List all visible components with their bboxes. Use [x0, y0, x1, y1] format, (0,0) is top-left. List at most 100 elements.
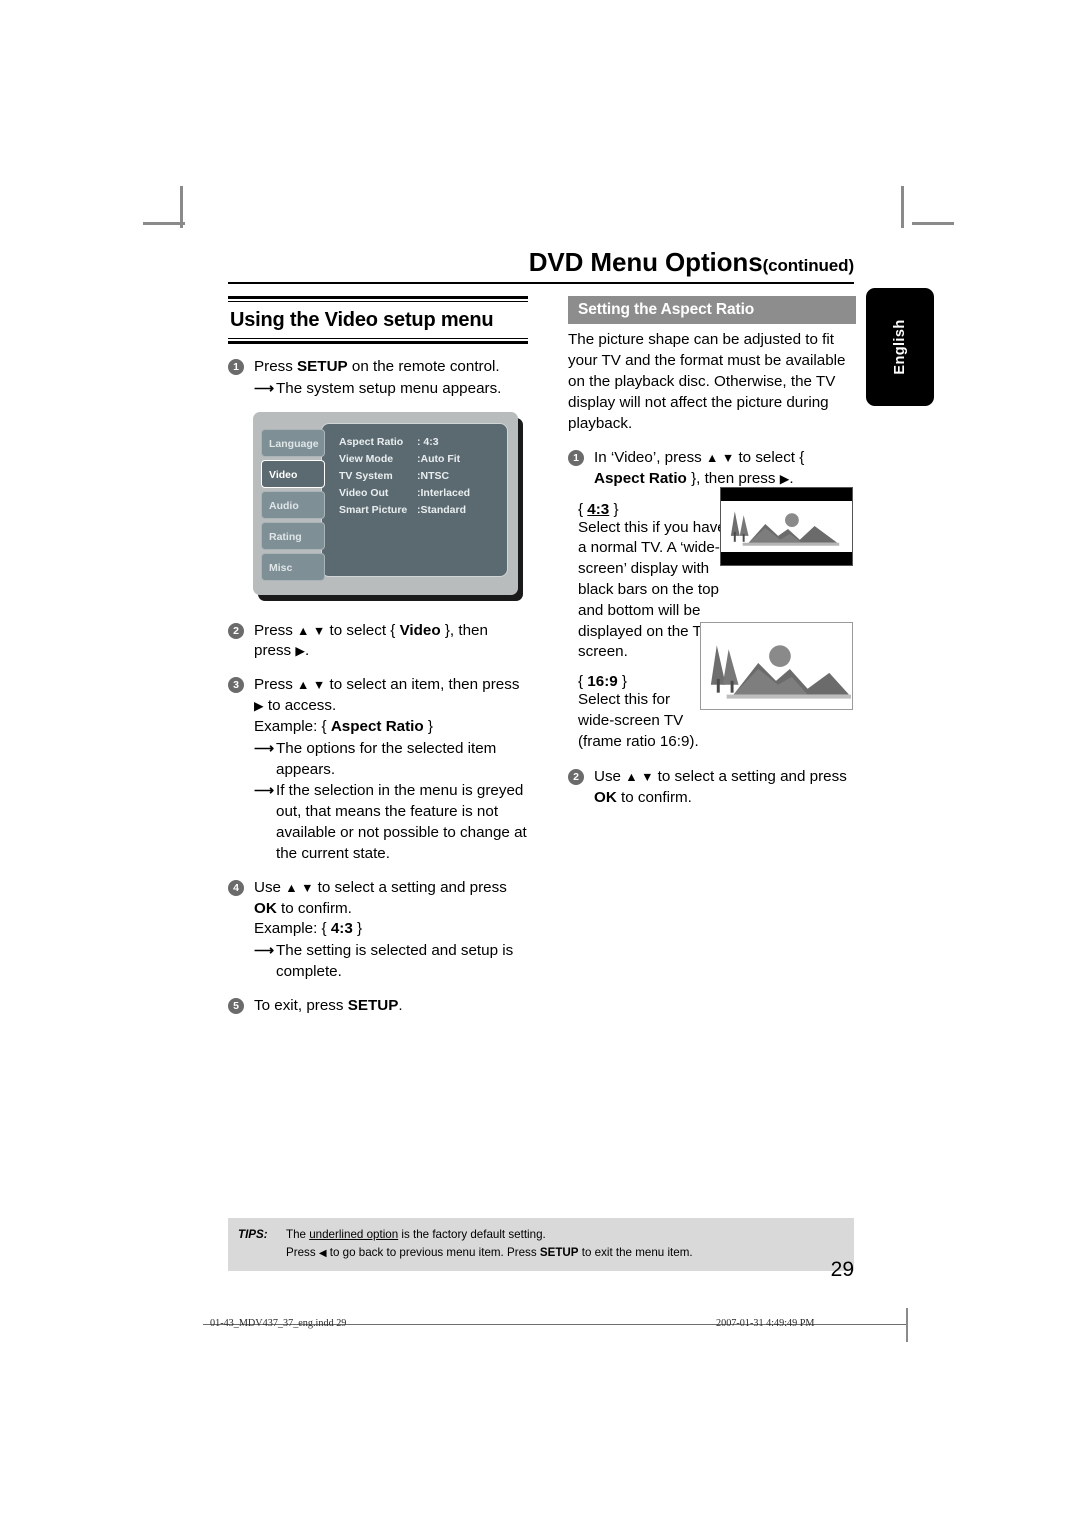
- step-2: 2 Press ▲ ▼ to select { Video }, then pr…: [228, 621, 528, 663]
- setup-menu-row-tv-system[interactable]: TV System :NTSC: [339, 468, 499, 485]
- setup-menu-tab-video[interactable]: Video: [261, 459, 325, 488]
- step-1-text-after: on the remote control.: [347, 358, 500, 375]
- step-1-bold-setup: SETUP: [297, 358, 348, 375]
- setup-menu-row-tv-system-label: TV System: [339, 469, 393, 482]
- setup-menu-row-aspect-ratio-value: : 4:3: [417, 435, 439, 448]
- option-4-3-suffix: }: [609, 500, 619, 518]
- up-down-arrows-icon: ▲ ▼: [297, 678, 326, 693]
- step-2-number: 2: [228, 622, 244, 639]
- step-4-sub-1: ⟶ The setting is selected and setup is c…: [254, 941, 528, 983]
- setup-menu-tab-misc[interactable]: Misc: [261, 552, 325, 581]
- step-3-example-suffix: }: [423, 717, 433, 735]
- option-16-9-suffix: }: [617, 673, 627, 691]
- right-step-1-text-4: .: [789, 469, 794, 487]
- page-title: DVD Menu Options(continued): [228, 248, 854, 277]
- right-arrow-icon: ▶: [254, 699, 264, 714]
- up-down-arrows-icon: ▲ ▼: [297, 623, 326, 638]
- aspect-ratio-intro-paragraph: The picture shape can be adjusted to fit…: [568, 331, 846, 432]
- option-4-3-prefix: {: [578, 500, 588, 518]
- language-side-tab: English: [866, 288, 934, 406]
- setup-menu-tab-audio[interactable]: Audio: [261, 490, 325, 519]
- setup-menu-row-view-mode[interactable]: View Mode:Auto Fit: [339, 451, 499, 468]
- up-down-arrows-icon: ▲ ▼: [706, 450, 735, 465]
- step-3-text-2: to select an item, then press: [325, 676, 520, 694]
- step-4-example: Example: { 4:3 }: [254, 919, 528, 940]
- section-heading-video-setup: Using the Video setup menu: [230, 309, 494, 331]
- option-4-3-label: 4:3: [587, 500, 610, 518]
- step-1-text-before: Press: [254, 358, 298, 375]
- step-3-sub-2: ⟶ If the selection in the menu is greyed…: [254, 781, 528, 864]
- right-arrow-icon: ▶: [779, 471, 790, 486]
- tips-line2-c: to exit the menu item.: [578, 1245, 693, 1259]
- step-4-example-suffix: }: [352, 920, 363, 938]
- step-1: 1 Press SETUP on the remote control. ⟶ T…: [228, 357, 528, 400]
- step-3: 3 Press ▲ ▼ to select an item, then pres…: [228, 675, 528, 864]
- option-16-9-description: Select this for wide-screen TV (frame ra…: [578, 691, 699, 750]
- step-4-bold-ok: OK: [254, 899, 277, 917]
- step-5-text-2: .: [398, 996, 403, 1014]
- option-16-9-title: { 16:9 }: [578, 673, 706, 690]
- step-1-number: 1: [228, 359, 244, 375]
- setup-menu-row-aspect-ratio[interactable]: Aspect Ratio : 4:3: [339, 434, 499, 451]
- setup-menu-row-view-mode-label: View Mode: [339, 452, 394, 465]
- step-3-example-bold: Aspect Ratio: [330, 717, 424, 735]
- step-1-sub-1-text: The system setup menu appears.: [276, 379, 502, 397]
- setup-menu-screenshot: Language Video Audio Rating Misc Aspect …: [253, 411, 518, 595]
- print-footer-timestamp: 2007-01-31 4:49:49 PM: [716, 1318, 815, 1329]
- tips-line2-b: to go back to previous menu item. Press: [326, 1245, 540, 1259]
- step-3-text-1: Press: [254, 676, 298, 694]
- setup-menu-tab-rating[interactable]: Rating: [261, 521, 325, 550]
- setup-menu-row-tv-system-value: :NTSC: [417, 469, 450, 482]
- right-step-1-text-2: to select {: [734, 448, 805, 466]
- right-step-1-bold-aspect-ratio: Aspect Ratio: [594, 469, 687, 487]
- setup-menu-tab-list: Language Video Audio Rating Misc: [261, 428, 325, 584]
- step-1-sub-1: ⟶ The system setup menu appears.: [254, 379, 528, 400]
- step-4-number: 4: [228, 879, 244, 896]
- right-step-1: 1 In ‘Video’, press ▲ ▼ to select { Aspe…: [568, 448, 856, 490]
- right-step-1-text-1: In ‘Video’, press: [594, 448, 707, 466]
- step-3-example: Example: { Aspect Ratio }: [254, 717, 528, 738]
- right-step-1-number: 1: [568, 449, 584, 466]
- step-2-text-2: to select {: [325, 621, 400, 639]
- setup-menu-row-aspect-ratio-label: Aspect Ratio: [339, 435, 404, 448]
- arrow-right-icon: ⟶: [254, 379, 275, 396]
- step-4-text-1: Use: [254, 878, 286, 896]
- step-5: 5 To exit, press SETUP.: [228, 996, 528, 1017]
- setup-menu-row-smart-picture-label: Smart Picture: [339, 503, 408, 516]
- tv-illustration-4-3: [720, 487, 853, 566]
- title-underline-rule: [228, 282, 854, 284]
- right-step-2-text-2: to select a setting and press: [653, 767, 847, 785]
- right-step-1-text-3: }, then press: [686, 469, 780, 487]
- crop-mark-top-left-horizontal: [143, 222, 185, 225]
- left-arrow-icon: ◀: [318, 1247, 327, 1259]
- step-4-text-2: to select a setting and press: [313, 878, 507, 896]
- step-2-text-4: .: [304, 642, 310, 660]
- setup-menu-tab-language[interactable]: Language: [261, 428, 325, 457]
- option-16-9-prefix: {: [578, 673, 588, 691]
- tv-illustration-16-9: [700, 622, 853, 710]
- step-2-text-1: Press: [254, 621, 298, 639]
- step-4-sub-1-text: The setting is selected and setup is com…: [276, 942, 514, 981]
- page-title-continued: (continued): [762, 256, 855, 275]
- setup-menu-row-smart-picture[interactable]: Smart Picture :Standard: [339, 502, 499, 519]
- heading-rule-thick-top: [228, 296, 528, 299]
- arrow-right-icon: ⟶: [254, 942, 275, 959]
- print-footer-edge-mark: [906, 1308, 908, 1342]
- section-heading-aspect-ratio: Setting the Aspect Ratio: [568, 296, 856, 324]
- setup-menu-row-video-out[interactable]: Video Out:Interlaced: [339, 485, 499, 502]
- setup-menu-row-smart-picture-value: :Standard: [417, 503, 467, 516]
- step-4-example-bold: 4:3: [330, 920, 353, 938]
- step-3-sub-2-text: If the selection in the menu is greyed o…: [276, 782, 527, 862]
- step-4-text-3: to confirm.: [276, 899, 352, 917]
- setup-menu-option-list: Aspect Ratio : 4:3 View Mode:Auto Fit TV …: [339, 434, 499, 519]
- option-16-9: { 16:9 } Select this for wide-screen TV …: [568, 673, 706, 752]
- right-step-2-text-3: to confirm.: [616, 788, 692, 806]
- right-step-2-text-1: Use: [594, 767, 626, 785]
- tips-line1-a: The: [286, 1228, 310, 1241]
- setup-menu-row-video-out-value: :Interlaced: [417, 486, 471, 499]
- page-title-main: DVD Menu Options: [528, 247, 763, 277]
- step-3-sub-1: ⟶ The options for the selected item appe…: [254, 739, 528, 781]
- step-3-number: 3: [228, 677, 244, 694]
- crop-mark-top-right-horizontal: [912, 222, 954, 225]
- left-column: Using the Video setup menu 1 Press SETUP…: [228, 296, 528, 1017]
